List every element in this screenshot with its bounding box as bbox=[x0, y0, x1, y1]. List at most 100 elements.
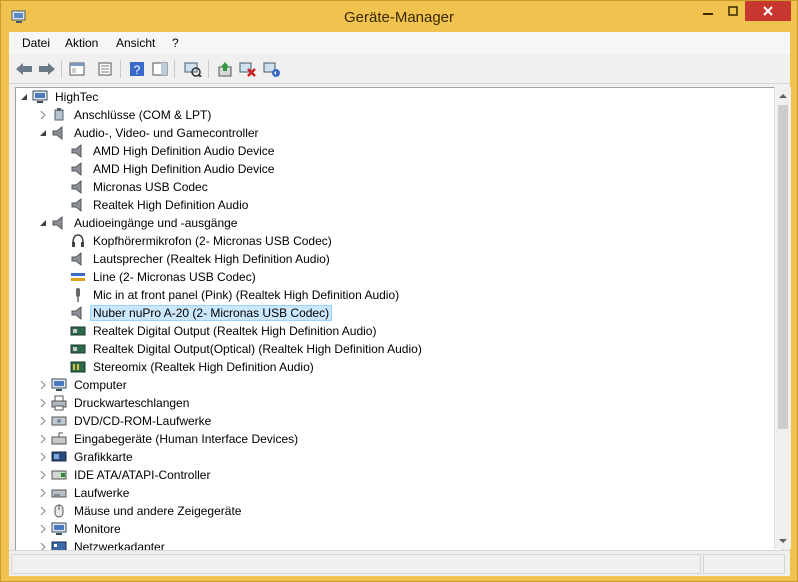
expand-arrow-icon[interactable] bbox=[39, 453, 47, 461]
close-button[interactable] bbox=[745, 1, 791, 21]
action-pane-icon bbox=[152, 62, 168, 76]
tree-item-label: Eingabegeräte (Human Interface Devices) bbox=[74, 432, 299, 446]
tree-category[interactable]: Anschlüsse (COM & LPT) bbox=[39, 106, 214, 124]
vertical-scrollbar[interactable] bbox=[774, 87, 791, 549]
graphics-card-icon bbox=[51, 449, 67, 465]
tree-device[interactable]: Nuber nuPro A-20 (2- Micronas USB Codec) bbox=[58, 304, 333, 322]
menu-help[interactable]: ? bbox=[172, 36, 179, 50]
tree-item-label: Kopfhörermikrofon (2- Micronas USB Codec… bbox=[93, 234, 332, 248]
collapse-arrow-icon[interactable] bbox=[39, 219, 47, 227]
scroll-down-button[interactable] bbox=[775, 532, 791, 549]
speaker-icon bbox=[70, 143, 86, 159]
expand-arrow-icon[interactable] bbox=[39, 507, 47, 515]
tree-category[interactable]: Druckwarteschlangen bbox=[39, 394, 192, 412]
dvd-drive-icon bbox=[51, 413, 67, 429]
tree-device[interactable]: Lautsprecher (Realtek High Definition Au… bbox=[58, 250, 333, 268]
uninstall-device-icon bbox=[263, 62, 280, 77]
hid-icon bbox=[51, 431, 67, 447]
monitor-icon bbox=[51, 377, 67, 393]
computer-icon bbox=[32, 89, 48, 105]
tree-category[interactable]: DVD/CD-ROM-Laufwerke bbox=[39, 412, 214, 430]
microphone-icon bbox=[70, 287, 86, 303]
tree-category[interactable]: IDE ATA/ATAPI-Controller bbox=[39, 466, 213, 484]
expand-arrow-icon[interactable] bbox=[39, 417, 47, 425]
status-bar bbox=[9, 550, 790, 576]
speaker-icon bbox=[51, 215, 67, 231]
disable-device-icon bbox=[239, 62, 256, 77]
speaker-icon bbox=[70, 305, 86, 321]
expand-arrow-icon[interactable] bbox=[39, 471, 47, 479]
tree-device[interactable]: Stereomix (Realtek High Definition Audio… bbox=[58, 358, 317, 376]
forward-button[interactable] bbox=[37, 60, 57, 78]
expand-arrow-icon[interactable] bbox=[39, 111, 47, 119]
tree-root-label: HighTec bbox=[55, 90, 99, 104]
tree-item-label: AMD High Definition Audio Device bbox=[93, 144, 275, 158]
toolbar-separator bbox=[61, 60, 62, 78]
tree-device[interactable]: Realtek Digital Output(Optical) (Realtek… bbox=[58, 340, 425, 358]
minimize-icon bbox=[703, 13, 713, 15]
tree-item-label: Monitore bbox=[74, 522, 121, 536]
expand-arrow-icon[interactable] bbox=[39, 525, 47, 533]
menu-datei[interactable]: Datei bbox=[22, 36, 50, 50]
minimize-button[interactable] bbox=[695, 1, 721, 21]
collapse-arrow-icon[interactable] bbox=[20, 93, 28, 101]
expand-arrow-icon[interactable] bbox=[39, 399, 47, 407]
expand-arrow-icon[interactable] bbox=[39, 381, 47, 389]
scroll-up-button[interactable] bbox=[775, 87, 791, 104]
tree-device[interactable]: AMD High Definition Audio Device bbox=[58, 160, 277, 178]
status-pane-right bbox=[703, 554, 785, 574]
back-icon bbox=[16, 63, 32, 75]
device-manager-window: Geräte-Manager Datei Aktion Ansicht ? ? … bbox=[0, 0, 798, 582]
tree-device[interactable]: Kopfhörermikrofon (2- Micronas USB Codec… bbox=[58, 232, 335, 250]
update-driver-button[interactable] bbox=[215, 60, 235, 78]
tree-category[interactable]: Grafikkarte bbox=[39, 448, 136, 466]
tree-item-label: Mäuse und andere Zeigegeräte bbox=[74, 504, 242, 518]
status-pane-main bbox=[11, 554, 701, 574]
expand-arrow-icon[interactable] bbox=[39, 489, 47, 497]
stereomix-icon bbox=[70, 359, 86, 375]
headset-icon bbox=[70, 233, 86, 249]
tree-category[interactable]: Computer bbox=[39, 376, 130, 394]
tree-category[interactable]: Eingabegeräte (Human Interface Devices) bbox=[39, 430, 301, 448]
properties-button[interactable] bbox=[95, 60, 115, 78]
collapse-arrow-icon[interactable] bbox=[39, 129, 47, 137]
disable-device-button[interactable] bbox=[238, 60, 258, 78]
tree-item-label: Stereomix (Realtek High Definition Audio… bbox=[93, 360, 314, 374]
tree-item-label: Realtek Digital Output(Optical) (Realtek… bbox=[93, 342, 422, 356]
tree-device[interactable]: Realtek High Definition Audio bbox=[58, 196, 251, 214]
tree-device[interactable]: AMD High Definition Audio Device bbox=[58, 142, 277, 160]
scrollbar-thumb[interactable] bbox=[778, 105, 788, 429]
menu-aktion[interactable]: Aktion bbox=[65, 36, 98, 50]
expand-arrow-icon[interactable] bbox=[39, 435, 47, 443]
back-button[interactable] bbox=[14, 60, 34, 78]
tree-device[interactable]: Micronas USB Codec bbox=[58, 178, 211, 196]
tree-item-label: Audioeingänge und -ausgänge bbox=[74, 216, 238, 230]
disk-drive-icon bbox=[51, 485, 67, 501]
scan-hardware-button[interactable] bbox=[183, 60, 203, 78]
tree-item-label: Realtek Digital Output (Realtek High Def… bbox=[93, 324, 377, 338]
tree-category[interactable]: Laufwerke bbox=[39, 484, 132, 502]
tree-category[interactable]: Mäuse und andere Zeigegeräte bbox=[39, 502, 244, 520]
tree-item-label: DVD/CD-ROM-Laufwerke bbox=[74, 414, 212, 428]
tree-item-label: Lautsprecher (Realtek High Definition Au… bbox=[93, 252, 330, 266]
menu-ansicht[interactable]: Ansicht bbox=[116, 36, 155, 50]
tree-device[interactable]: Mic in at front panel (Pink) (Realtek Hi… bbox=[58, 286, 402, 304]
client-area: Datei Aktion Ansicht ? ? HighTec Anschlü… bbox=[9, 32, 791, 576]
uninstall-device-button[interactable] bbox=[262, 60, 282, 78]
tree-root[interactable]: HighTec bbox=[20, 88, 101, 106]
maximize-button[interactable] bbox=[721, 1, 745, 21]
device-tree[interactable]: HighTec Anschlüsse (COM & LPT) Audio-, Vi… bbox=[15, 87, 783, 551]
tree-device[interactable]: Realtek Digital Output (Realtek High Def… bbox=[58, 322, 379, 340]
tree-category[interactable]: Audioeingänge und -ausgänge bbox=[39, 214, 240, 232]
monitor-icon bbox=[51, 521, 67, 537]
tree-item-label: IDE ATA/ATAPI-Controller bbox=[74, 468, 211, 482]
title-bar[interactable]: Geräte-Manager bbox=[1, 1, 797, 33]
action-pane-button[interactable] bbox=[150, 60, 170, 78]
tree-category[interactable]: Audio-, Video- und Gamecontroller bbox=[39, 124, 262, 142]
speaker-icon bbox=[70, 251, 86, 267]
help-button[interactable]: ? bbox=[127, 60, 147, 78]
tree-view-button[interactable] bbox=[67, 60, 87, 78]
tree-device[interactable]: Line (2- Micronas USB Codec) bbox=[58, 268, 259, 286]
tree-item-label: Audio-, Video- und Gamecontroller bbox=[74, 126, 259, 140]
tree-category[interactable]: Monitore bbox=[39, 520, 124, 538]
